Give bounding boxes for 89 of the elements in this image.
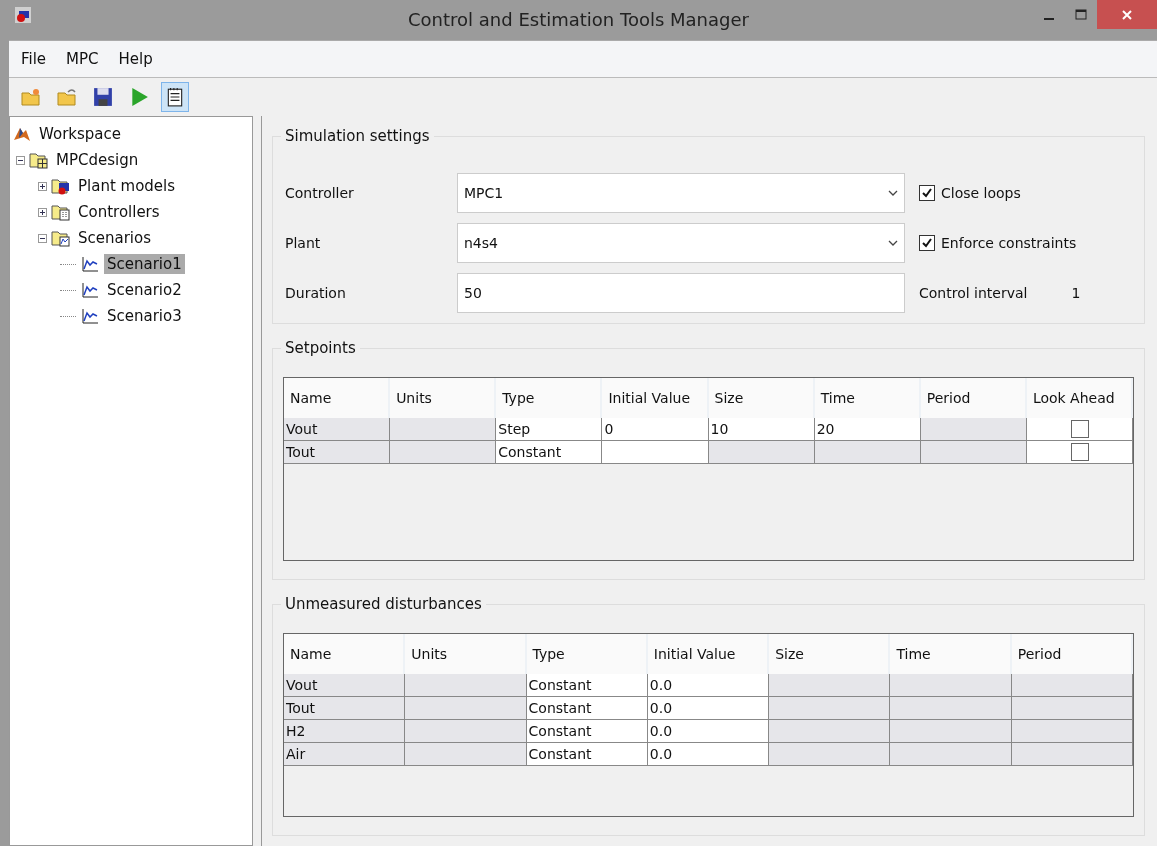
checkbox[interactable]: Close loops (919, 185, 1134, 201)
table-cell: Vout (284, 674, 406, 696)
table-cell[interactable]: 0.0 (647, 720, 770, 742)
group-title: Setpoints (281, 339, 360, 357)
expand-toggle[interactable] (38, 207, 47, 217)
field-label: Duration (284, 285, 347, 301)
column-header[interactable]: Size (708, 378, 815, 418)
table-cell: Air (284, 743, 406, 765)
checkbox[interactable] (1071, 443, 1090, 461)
column-header[interactable]: Name (284, 378, 391, 418)
dropdown-field[interactable]: n4s4 (457, 223, 905, 263)
tree-item[interactable]: Scenario3 (104, 306, 185, 326)
table-cell[interactable]: 20 (814, 418, 921, 440)
tree-item[interactable]: Scenario2 (104, 280, 185, 300)
close-button[interactable] (1097, 0, 1157, 29)
column-header[interactable]: Name (284, 634, 406, 674)
column-header[interactable]: Type (496, 378, 603, 418)
table-cell: Tout (284, 697, 406, 719)
column-header[interactable]: Time (890, 634, 1012, 674)
checkbox[interactable]: Enforce constraints (919, 235, 1134, 251)
table-cell: Tout (284, 441, 391, 463)
expand-toggle[interactable] (38, 181, 47, 191)
column-header[interactable]: Initial Value (602, 378, 709, 418)
tree-item[interactable]: MPCdesign (53, 150, 142, 170)
table-cell[interactable]: Constant (496, 441, 603, 463)
play-icon (129, 87, 149, 107)
tree-item[interactable]: Controllers (75, 202, 163, 222)
column-header[interactable]: Period (920, 378, 1027, 418)
checkbox[interactable] (1071, 420, 1090, 438)
field-label: Plant (284, 235, 322, 251)
save-icon (93, 87, 113, 107)
folder-icon (29, 151, 49, 169)
minimize-icon (1044, 17, 1054, 20)
column-header[interactable]: Size (769, 634, 891, 674)
table-cell[interactable]: 0 (602, 418, 709, 440)
column-header[interactable]: Look Ahead (1026, 378, 1133, 418)
column-header[interactable]: Units (390, 378, 497, 418)
folder-icon (51, 203, 71, 221)
group-title: Simulation settings (281, 127, 434, 145)
maximize-icon (1075, 8, 1087, 21)
column-header[interactable]: Units (405, 634, 527, 674)
app-icon (14, 6, 32, 24)
close-icon (1121, 8, 1133, 21)
folder-icon (51, 177, 71, 195)
line-chart-icon (80, 255, 100, 273)
caret-icon (888, 190, 898, 196)
column-header[interactable]: Initial Value (647, 634, 770, 674)
column-header[interactable]: Type (526, 634, 648, 674)
field-value: 1 (1071, 285, 1081, 301)
caret-icon (888, 240, 898, 246)
column-header[interactable]: Period (1011, 634, 1133, 674)
menu-item[interactable]: File (21, 48, 47, 70)
table-cell: H2 (284, 720, 406, 742)
table-cell: Vout (284, 418, 391, 440)
tree-item[interactable]: Scenario1 (104, 254, 185, 274)
table-cell[interactable]: Constant (526, 674, 648, 696)
table-cell[interactable] (1026, 418, 1133, 440)
input-field[interactable]: 50 (457, 273, 905, 313)
table-cell[interactable]: Constant (526, 720, 648, 742)
table-cell[interactable]: Constant (526, 697, 648, 719)
table-cell[interactable]: 0.0 (647, 697, 770, 719)
menu-item[interactable]: Help (118, 48, 153, 70)
collapse-toggle[interactable] (16, 155, 25, 165)
table-cell[interactable]: Step (496, 418, 603, 440)
collapse-toggle[interactable] (38, 233, 47, 243)
line-chart-icon (80, 307, 100, 325)
table-cell[interactable] (1026, 441, 1133, 463)
window-title: Control and Estimation Tools Manager (408, 9, 749, 30)
notepad-icon (165, 87, 185, 107)
check-icon (921, 187, 933, 199)
table-cell[interactable]: 10 (708, 418, 815, 440)
table-cell[interactable]: Constant (526, 743, 648, 765)
field-label: Controller (284, 185, 355, 201)
tree-item[interactable]: Scenarios (75, 228, 155, 248)
field-label: Control interval (919, 285, 1028, 301)
open-folder-icon (57, 87, 77, 107)
toolbar-button[interactable] (161, 82, 189, 112)
table-cell[interactable]: 0.0 (647, 674, 770, 696)
table-cell[interactable] (602, 441, 709, 463)
table-cell[interactable]: 0.0 (647, 743, 770, 765)
check-icon (921, 237, 933, 249)
tree-item[interactable]: Plant models (75, 176, 179, 196)
column-header[interactable]: Time (814, 378, 921, 418)
dropdown-field[interactable]: MPC1 (457, 173, 905, 213)
folder-icon (51, 229, 71, 247)
menu-item[interactable]: MPC (66, 48, 99, 70)
line-chart-icon (80, 281, 100, 299)
new-folder-icon (21, 87, 41, 107)
tree-item[interactable]: Workspace (36, 124, 124, 144)
